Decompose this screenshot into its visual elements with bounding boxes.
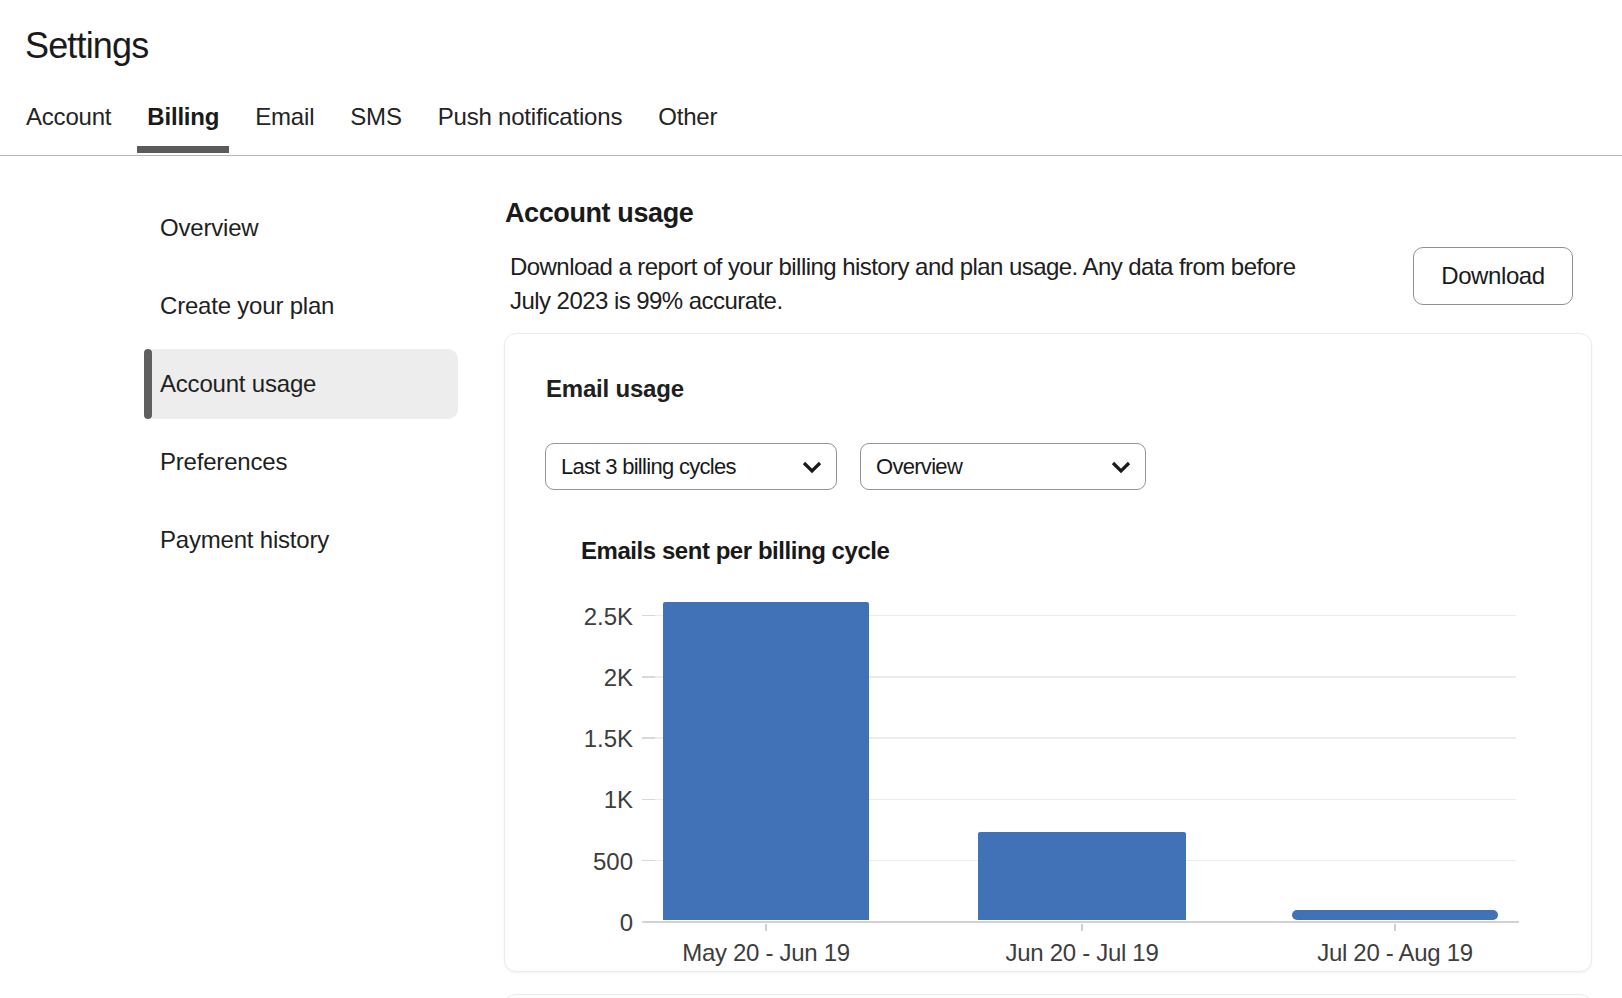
x-axis-label: Jul 20 - Aug 19 — [1265, 938, 1525, 968]
download-button[interactable]: Download — [1413, 247, 1573, 305]
x-axis-tick — [1394, 924, 1396, 931]
x-axis-label: May 20 - Jun 19 — [636, 938, 896, 968]
tab-email[interactable]: Email — [255, 102, 314, 132]
bar-may-20-jun-19 — [663, 602, 869, 921]
y-axis-tick — [642, 676, 655, 678]
billing-cycles-value: Last 3 billing cycles — [561, 454, 736, 480]
tab-other[interactable]: Other — [658, 102, 717, 132]
sidebar-item-label: Account usage — [160, 370, 316, 398]
view-dropdown[interactable]: Overview — [860, 443, 1146, 490]
chart-title: Emails sent per billing cycle — [581, 534, 889, 568]
chevron-down-icon — [1110, 459, 1132, 474]
y-axis-tick — [642, 615, 655, 617]
bar-jul-20-aug-19 — [1292, 910, 1498, 920]
x-axis-tick — [1081, 924, 1083, 931]
billing-sidebar: Overview Create your plan Account usage Pre… — [144, 193, 458, 583]
sidebar-item-account-usage[interactable]: Account usage — [144, 349, 458, 419]
bar-jun-20-jul-19 — [978, 832, 1186, 920]
y-axis-label: 2.5K — [533, 602, 633, 632]
sidebar-item-label: Create your plan — [160, 292, 334, 320]
billing-cycles-dropdown[interactable]: Last 3 billing cycles — [545, 443, 837, 490]
tab-sms[interactable]: SMS — [350, 102, 401, 132]
y-axis-label: 1.5K — [533, 724, 633, 754]
y-axis-tick — [642, 860, 655, 862]
x-axis-label: Jun 20 - Jul 19 — [952, 938, 1212, 968]
y-axis-label: 1K — [533, 785, 633, 815]
sidebar-item-payment-history[interactable]: Payment history — [144, 505, 458, 575]
y-axis-tick — [642, 737, 655, 739]
y-axis-tick — [642, 799, 655, 801]
sidebar-item-overview[interactable]: Overview — [144, 193, 458, 263]
email-usage-heading: Email usage — [546, 374, 684, 404]
y-axis-label: 2K — [533, 663, 633, 693]
y-axis-label: 500 — [533, 847, 633, 877]
tab-bar: Account Billing Email SMS Push notifications… — [26, 102, 717, 132]
tab-billing[interactable]: Billing — [147, 102, 219, 132]
sidebar-item-create-your-plan[interactable]: Create your plan — [144, 271, 458, 341]
header-divider — [0, 155, 1622, 156]
tab-account[interactable]: Account — [26, 102, 111, 132]
sidebar-item-label: Payment history — [160, 526, 329, 554]
section-title: Account usage — [505, 196, 693, 230]
y-axis-label: 0 — [533, 908, 633, 938]
sidebar-item-preferences[interactable]: Preferences — [144, 427, 458, 497]
sidebar-item-label: Preferences — [160, 448, 287, 476]
next-card — [504, 994, 1592, 998]
x-axis-tick — [765, 924, 767, 931]
page-title: Settings — [25, 23, 148, 69]
section-description: Download a report of your billing histor… — [510, 250, 1330, 317]
chevron-down-icon — [801, 459, 823, 474]
view-value: Overview — [876, 454, 962, 480]
tab-push-notifications[interactable]: Push notifications — [438, 102, 623, 132]
sidebar-item-label: Overview — [160, 214, 258, 242]
